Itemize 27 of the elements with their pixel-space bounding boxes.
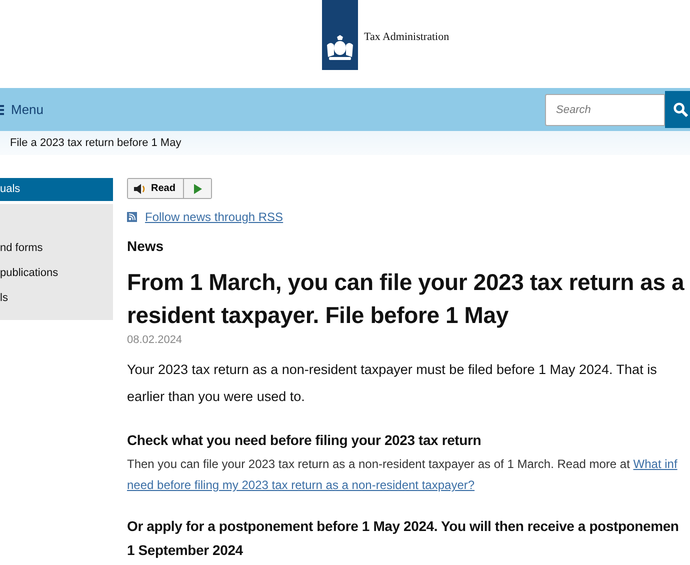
site-name: Tax Administration [364, 31, 450, 43]
read-button[interactable]: Read [128, 179, 184, 198]
sidebar-item[interactable]: publications [0, 261, 113, 286]
play-button[interactable] [184, 179, 211, 198]
article-date: 08.02.2024 [127, 334, 184, 346]
intro-paragraph: Your 2023 tax return as a non-resident taxpayer must be filed before 1 May 2024. That is earlier than you were used to. [127, 361, 658, 406]
crest-icon [325, 35, 355, 61]
breadcrumb-item[interactable]: File a 2023 tax return before 1 May [10, 137, 182, 149]
logo[interactable] [322, 0, 358, 70]
section-heading: Check what you need before filing your 2023 tax return [127, 431, 482, 450]
rss-icon [127, 212, 137, 222]
article-title: From 1 March, you can file your 2023 tax return as a resident taxpayer. File before 1 May [127, 268, 686, 330]
section-paragraph: Then you can file your 2023 tax return as a non-resident taxpayer as of 1 March. Read more at What inf need before filing my 2023 tax return as a non-resident taxpayer? [127, 456, 678, 494]
search-button[interactable] [665, 91, 690, 128]
section-label: News [127, 238, 165, 254]
sidebar-item[interactable]: uals [0, 178, 113, 201]
sidebar-item[interactable]: ls [0, 286, 113, 311]
menu-icon[interactable] [0, 104, 4, 114]
sidebar-item[interactable]: nd forms [0, 236, 113, 261]
menu-link[interactable]: Menu [11, 102, 44, 117]
search-icon [673, 102, 688, 117]
article-link[interactable]: need before filing my 2023 tax return as a non-resident taxpayer? [127, 478, 475, 492]
search-field[interactable]: Search [545, 94, 665, 126]
section-heading: Or apply for a postponement before 1 May 2024. You will then receive a postponemen 1 September 2024 [127, 517, 680, 560]
rss-link[interactable]: Follow news through RSS [145, 210, 284, 224]
article-link[interactable]: What inf [633, 457, 678, 471]
play-icon [194, 184, 202, 194]
